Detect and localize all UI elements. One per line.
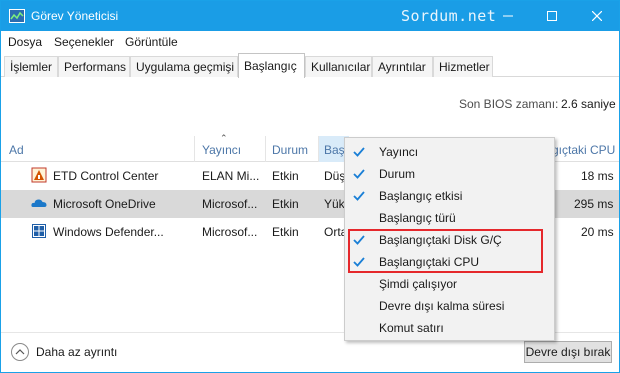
minimize-icon [503, 15, 513, 17]
row-status: Etkin [272, 225, 299, 239]
menu-file[interactable]: Dosya [8, 35, 42, 49]
maximize-button[interactable] [530, 1, 574, 31]
row-status: Etkin [272, 169, 299, 183]
column-name[interactable]: Ad [9, 143, 24, 157]
etd-app-icon [31, 167, 47, 183]
checkmark-icon [353, 169, 365, 179]
disable-button[interactable]: Devre dışı bırak [524, 341, 612, 363]
menu-item-label: Komut satırı [379, 321, 444, 335]
menu-bar: Dosya Seçenekler Görüntüle [1, 31, 619, 53]
column-publisher[interactable]: Yayıncı [202, 143, 241, 157]
tab-details[interactable]: Ayrıntılar [372, 56, 433, 77]
watermark-text: Sordum.net [401, 7, 497, 25]
menu-item-running-now[interactable]: Şimdi çalışıyor [345, 273, 554, 295]
checkmark-icon [353, 191, 365, 201]
menu-item-publisher[interactable]: Yayıncı [345, 141, 554, 163]
menu-options[interactable]: Seçenekler [54, 35, 114, 49]
row-status: Etkin [272, 197, 299, 211]
tab-processes[interactable]: İşlemler [4, 56, 58, 77]
less-details-link[interactable]: Daha az ayrıntı [36, 345, 117, 359]
maximize-icon [547, 11, 557, 21]
column-separator[interactable] [194, 136, 195, 162]
row-publisher: Microsof... [202, 197, 258, 211]
row-name: Microsoft OneDrive [53, 197, 156, 211]
column-separator[interactable] [318, 136, 319, 162]
window-title: Görev Yöneticisi [31, 9, 119, 23]
menu-item-label: Şimdi çalışıyor [379, 277, 458, 291]
column-status[interactable]: Durum [272, 143, 308, 157]
row-name: Windows Defender... [53, 225, 164, 239]
close-icon [592, 11, 602, 21]
menu-item-status[interactable]: Durum [345, 163, 554, 185]
tab-performance[interactable]: Performans [58, 56, 130, 77]
close-button[interactable] [575, 1, 619, 31]
menu-view[interactable]: Görüntüle [125, 35, 178, 49]
onedrive-cloud-icon [31, 199, 47, 207]
row-publisher: ELAN Mi... [202, 169, 260, 183]
tab-startup[interactable]: Başlangıç [238, 53, 305, 78]
tab-services[interactable]: Hizmetler [433, 56, 493, 77]
row-cpu: 295 ms [574, 197, 614, 211]
row-name: ETD Control Center [53, 169, 159, 183]
task-manager-window: Görev Yöneticisi Sordum.net Dosya Seçene… [0, 0, 620, 373]
menu-item-disabled-time[interactable]: Devre dışı kalma süresi [345, 295, 554, 317]
row-cpu: 18 ms [581, 169, 614, 183]
annotation-highlight-box [348, 229, 543, 273]
bios-time-value: 2.6 saniye [561, 97, 616, 111]
collapse-details-button[interactable] [11, 343, 29, 361]
menu-item-startup-type[interactable]: Başlangıç türü [345, 207, 554, 229]
checkmark-icon [353, 147, 365, 157]
title-bar[interactable]: Görev Yöneticisi Sordum.net [1, 1, 619, 31]
menu-item-label: Durum [379, 167, 416, 181]
tab-users[interactable]: Kullanıcılar [305, 56, 372, 77]
column-separator[interactable] [265, 136, 266, 162]
tab-app-history[interactable]: Uygulama geçmişi [130, 56, 238, 77]
row-impact: Yük [324, 197, 345, 211]
column-startup-cpu[interactable]: gıçtaki CPU [552, 143, 615, 157]
menu-item-label: Başlangıç etkisi [379, 189, 463, 203]
bios-time-label: Son BIOS zamanı: [459, 97, 559, 111]
minimize-button[interactable] [486, 1, 530, 31]
task-manager-icon [9, 9, 25, 23]
windows-defender-icon [32, 224, 46, 238]
row-impact: Düş [324, 169, 346, 183]
menu-item-command-line[interactable]: Komut satırı [345, 317, 554, 339]
row-cpu: 20 ms [581, 225, 614, 239]
tab-strip: İşlemler Performans Uygulama geçmişi Baş… [1, 53, 619, 78]
menu-item-label: Devre dışı kalma süresi [379, 299, 505, 313]
row-publisher: Microsof... [202, 225, 258, 239]
menu-item-label: Yayıncı [379, 145, 419, 159]
menu-item-startup-impact[interactable]: Başlangıç etkisi [345, 185, 554, 207]
chevron-up-icon [15, 349, 25, 355]
menu-item-label: Başlangıç türü [379, 211, 456, 225]
